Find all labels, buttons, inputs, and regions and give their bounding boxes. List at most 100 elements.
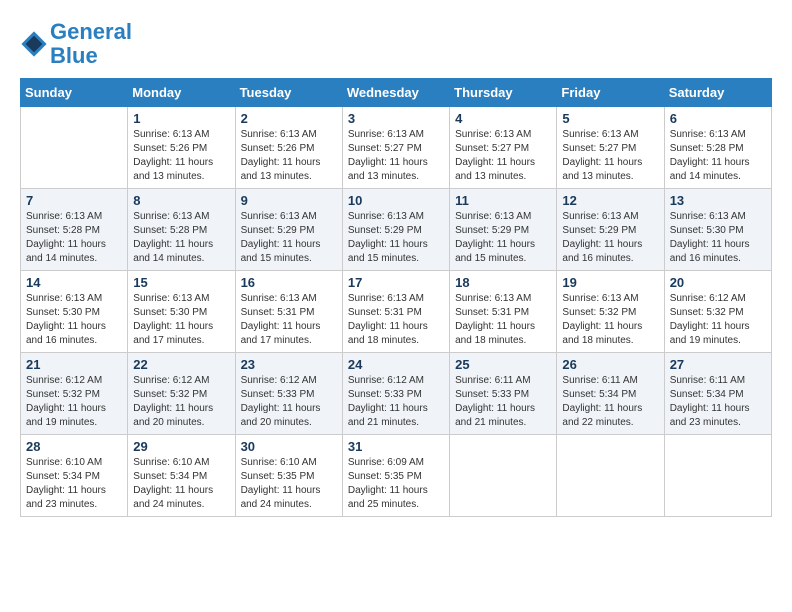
calendar-cell: 28 Sunrise: 6:10 AMSunset: 5:34 PMDaylig… (21, 435, 128, 517)
day-number: 10 (348, 193, 444, 208)
day-info: Sunrise: 6:13 AMSunset: 5:32 PMDaylight:… (562, 292, 658, 348)
day-number: 21 (26, 357, 122, 372)
day-info: Sunrise: 6:13 AMSunset: 5:27 PMDaylight:… (348, 128, 444, 184)
day-info: Sunrise: 6:13 AMSunset: 5:29 PMDaylight:… (241, 210, 337, 266)
weekday-header-row: SundayMondayTuesdayWednesdayThursdayFrid… (21, 79, 772, 107)
calendar-week-5: 28 Sunrise: 6:10 AMSunset: 5:34 PMDaylig… (21, 435, 772, 517)
day-info: Sunrise: 6:13 AMSunset: 5:28 PMDaylight:… (133, 210, 229, 266)
calendar-cell: 13 Sunrise: 6:13 AMSunset: 5:30 PMDaylig… (664, 189, 771, 271)
calendar-week-1: 1 Sunrise: 6:13 AMSunset: 5:26 PMDayligh… (21, 107, 772, 189)
weekday-header-thursday: Thursday (450, 79, 557, 107)
day-number: 1 (133, 111, 229, 126)
day-number: 26 (562, 357, 658, 372)
calendar-cell: 14 Sunrise: 6:13 AMSunset: 5:30 PMDaylig… (21, 271, 128, 353)
calendar-cell: 9 Sunrise: 6:13 AMSunset: 5:29 PMDayligh… (235, 189, 342, 271)
calendar-cell: 21 Sunrise: 6:12 AMSunset: 5:32 PMDaylig… (21, 353, 128, 435)
calendar-cell: 3 Sunrise: 6:13 AMSunset: 5:27 PMDayligh… (342, 107, 449, 189)
day-number: 28 (26, 439, 122, 454)
day-info: Sunrise: 6:12 AMSunset: 5:32 PMDaylight:… (26, 374, 122, 430)
day-info: Sunrise: 6:12 AMSunset: 5:33 PMDaylight:… (241, 374, 337, 430)
day-info: Sunrise: 6:13 AMSunset: 5:27 PMDaylight:… (455, 128, 551, 184)
day-info: Sunrise: 6:13 AMSunset: 5:26 PMDaylight:… (133, 128, 229, 184)
calendar-table: SundayMondayTuesdayWednesdayThursdayFrid… (20, 78, 772, 517)
calendar-cell: 5 Sunrise: 6:13 AMSunset: 5:27 PMDayligh… (557, 107, 664, 189)
day-number: 6 (670, 111, 766, 126)
logo-icon (20, 30, 48, 58)
day-info: Sunrise: 6:13 AMSunset: 5:31 PMDaylight:… (241, 292, 337, 348)
calendar-cell: 1 Sunrise: 6:13 AMSunset: 5:26 PMDayligh… (128, 107, 235, 189)
day-info: Sunrise: 6:13 AMSunset: 5:31 PMDaylight:… (348, 292, 444, 348)
calendar-cell: 17 Sunrise: 6:13 AMSunset: 5:31 PMDaylig… (342, 271, 449, 353)
day-number: 3 (348, 111, 444, 126)
weekday-header-monday: Monday (128, 79, 235, 107)
day-number: 29 (133, 439, 229, 454)
day-number: 17 (348, 275, 444, 290)
calendar-cell: 10 Sunrise: 6:13 AMSunset: 5:29 PMDaylig… (342, 189, 449, 271)
weekday-header-tuesday: Tuesday (235, 79, 342, 107)
calendar-cell: 29 Sunrise: 6:10 AMSunset: 5:34 PMDaylig… (128, 435, 235, 517)
day-info: Sunrise: 6:11 AMSunset: 5:34 PMDaylight:… (562, 374, 658, 430)
day-info: Sunrise: 6:13 AMSunset: 5:31 PMDaylight:… (455, 292, 551, 348)
calendar-cell: 31 Sunrise: 6:09 AMSunset: 5:35 PMDaylig… (342, 435, 449, 517)
day-info: Sunrise: 6:13 AMSunset: 5:29 PMDaylight:… (455, 210, 551, 266)
day-info: Sunrise: 6:13 AMSunset: 5:29 PMDaylight:… (562, 210, 658, 266)
day-info: Sunrise: 6:13 AMSunset: 5:29 PMDaylight:… (348, 210, 444, 266)
weekday-header-sunday: Sunday (21, 79, 128, 107)
calendar-cell: 30 Sunrise: 6:10 AMSunset: 5:35 PMDaylig… (235, 435, 342, 517)
day-info: Sunrise: 6:13 AMSunset: 5:30 PMDaylight:… (26, 292, 122, 348)
day-number: 27 (670, 357, 766, 372)
calendar-cell: 11 Sunrise: 6:13 AMSunset: 5:29 PMDaylig… (450, 189, 557, 271)
calendar-week-2: 7 Sunrise: 6:13 AMSunset: 5:28 PMDayligh… (21, 189, 772, 271)
weekday-header-friday: Friday (557, 79, 664, 107)
day-info: Sunrise: 6:13 AMSunset: 5:30 PMDaylight:… (133, 292, 229, 348)
calendar-cell: 7 Sunrise: 6:13 AMSunset: 5:28 PMDayligh… (21, 189, 128, 271)
day-number: 23 (241, 357, 337, 372)
day-number: 12 (562, 193, 658, 208)
calendar-cell: 23 Sunrise: 6:12 AMSunset: 5:33 PMDaylig… (235, 353, 342, 435)
calendar-cell: 19 Sunrise: 6:13 AMSunset: 5:32 PMDaylig… (557, 271, 664, 353)
day-number: 18 (455, 275, 551, 290)
calendar-cell: 16 Sunrise: 6:13 AMSunset: 5:31 PMDaylig… (235, 271, 342, 353)
day-info: Sunrise: 6:10 AMSunset: 5:35 PMDaylight:… (241, 456, 337, 512)
page-header: General Blue (20, 20, 772, 68)
day-number: 16 (241, 275, 337, 290)
calendar-cell: 12 Sunrise: 6:13 AMSunset: 5:29 PMDaylig… (557, 189, 664, 271)
day-number: 14 (26, 275, 122, 290)
day-info: Sunrise: 6:12 AMSunset: 5:33 PMDaylight:… (348, 374, 444, 430)
day-number: 2 (241, 111, 337, 126)
calendar-cell: 4 Sunrise: 6:13 AMSunset: 5:27 PMDayligh… (450, 107, 557, 189)
calendar-cell: 27 Sunrise: 6:11 AMSunset: 5:34 PMDaylig… (664, 353, 771, 435)
day-info: Sunrise: 6:13 AMSunset: 5:28 PMDaylight:… (26, 210, 122, 266)
day-info: Sunrise: 6:13 AMSunset: 5:27 PMDaylight:… (562, 128, 658, 184)
calendar-cell: 2 Sunrise: 6:13 AMSunset: 5:26 PMDayligh… (235, 107, 342, 189)
day-info: Sunrise: 6:11 AMSunset: 5:33 PMDaylight:… (455, 374, 551, 430)
calendar-cell: 25 Sunrise: 6:11 AMSunset: 5:33 PMDaylig… (450, 353, 557, 435)
day-info: Sunrise: 6:11 AMSunset: 5:34 PMDaylight:… (670, 374, 766, 430)
calendar-cell: 8 Sunrise: 6:13 AMSunset: 5:28 PMDayligh… (128, 189, 235, 271)
day-info: Sunrise: 6:10 AMSunset: 5:34 PMDaylight:… (26, 456, 122, 512)
logo-text: General Blue (50, 20, 132, 68)
day-number: 9 (241, 193, 337, 208)
day-number: 11 (455, 193, 551, 208)
day-number: 5 (562, 111, 658, 126)
weekday-header-saturday: Saturday (664, 79, 771, 107)
day-number: 25 (455, 357, 551, 372)
day-number: 20 (670, 275, 766, 290)
calendar-cell: 20 Sunrise: 6:12 AMSunset: 5:32 PMDaylig… (664, 271, 771, 353)
day-info: Sunrise: 6:13 AMSunset: 5:28 PMDaylight:… (670, 128, 766, 184)
day-number: 30 (241, 439, 337, 454)
calendar-week-3: 14 Sunrise: 6:13 AMSunset: 5:30 PMDaylig… (21, 271, 772, 353)
day-number: 22 (133, 357, 229, 372)
calendar-cell: 26 Sunrise: 6:11 AMSunset: 5:34 PMDaylig… (557, 353, 664, 435)
day-info: Sunrise: 6:09 AMSunset: 5:35 PMDaylight:… (348, 456, 444, 512)
day-info: Sunrise: 6:12 AMSunset: 5:32 PMDaylight:… (133, 374, 229, 430)
day-info: Sunrise: 6:13 AMSunset: 5:30 PMDaylight:… (670, 210, 766, 266)
day-number: 13 (670, 193, 766, 208)
calendar-cell: 18 Sunrise: 6:13 AMSunset: 5:31 PMDaylig… (450, 271, 557, 353)
day-number: 4 (455, 111, 551, 126)
weekday-header-wednesday: Wednesday (342, 79, 449, 107)
calendar-cell (557, 435, 664, 517)
calendar-cell: 22 Sunrise: 6:12 AMSunset: 5:32 PMDaylig… (128, 353, 235, 435)
calendar-cell: 15 Sunrise: 6:13 AMSunset: 5:30 PMDaylig… (128, 271, 235, 353)
calendar-week-4: 21 Sunrise: 6:12 AMSunset: 5:32 PMDaylig… (21, 353, 772, 435)
